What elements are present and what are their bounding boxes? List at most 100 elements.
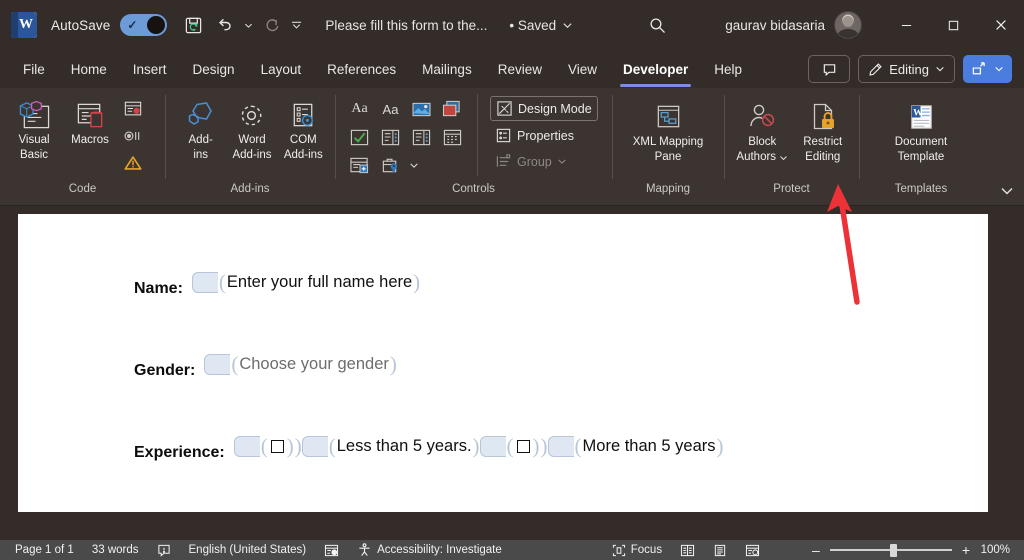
content-control-open-bracket: ( xyxy=(574,434,582,458)
zoom-slider-thumb[interactable] xyxy=(889,543,897,557)
experience-checkbox-1-control[interactable]: ( ) ) xyxy=(233,434,302,458)
comments-button[interactable] xyxy=(808,55,851,83)
minimize-icon xyxy=(901,24,912,26)
check-box-content-control-icon[interactable] xyxy=(345,124,374,150)
restrict-editing-button[interactable]: Restrict Editing xyxy=(793,96,854,168)
proofing-status[interactable] xyxy=(148,540,180,560)
add-ins-button[interactable]: Add- ins xyxy=(175,94,226,166)
print-layout-button[interactable] xyxy=(704,540,736,560)
visual-basic-label-2: Basic xyxy=(19,149,49,161)
rich-text-content-control-icon[interactable]: Aa xyxy=(345,96,374,122)
page-number-status[interactable]: Page 1 of 1 xyxy=(6,540,83,560)
share-icon xyxy=(972,62,985,75)
share-button[interactable] xyxy=(963,55,1012,83)
tab-references[interactable]: References xyxy=(314,57,409,82)
language-label: English (United States) xyxy=(188,544,307,556)
macro-security-icon[interactable] xyxy=(118,150,147,176)
undo-chevron-down-icon[interactable] xyxy=(241,21,255,30)
ribbon-collapse-button[interactable] xyxy=(994,179,1020,203)
zoom-level-label[interactable]: 100% xyxy=(980,544,1014,556)
minimize-button[interactable] xyxy=(883,0,930,50)
document-title[interactable]: Please fill this form to the... xyxy=(325,18,487,33)
word-window: W AutoSave ✓ Please fill this form to th… xyxy=(0,0,1024,560)
tab-design[interactable]: Design xyxy=(180,57,248,82)
save-status[interactable]: • Saved xyxy=(509,18,573,33)
document-template-button[interactable]: W Document Template xyxy=(869,96,973,168)
maximize-button[interactable] xyxy=(930,0,977,50)
macros-button[interactable]: Macros xyxy=(62,94,118,151)
close-button[interactable] xyxy=(977,0,1024,50)
drop-down-list-content-control-icon[interactable] xyxy=(407,124,436,150)
tab-developer[interactable]: Developer xyxy=(610,57,701,87)
save-icon[interactable] xyxy=(179,11,207,39)
picture-content-control-icon[interactable] xyxy=(407,96,436,122)
tab-review[interactable]: Review xyxy=(485,57,555,82)
design-mode-label: Design Mode xyxy=(518,101,592,116)
experience-checkbox-2-control[interactable]: ( ) ) xyxy=(479,434,548,458)
language-status[interactable]: English (United States) xyxy=(180,540,316,560)
tab-home[interactable]: Home xyxy=(58,57,120,82)
content-control-close-bracket: ) xyxy=(389,352,397,376)
word-logo-icon: W xyxy=(11,12,37,38)
design-mode-button[interactable]: Design Mode xyxy=(490,96,598,121)
ribbon: Visual Basic Macros Code Add- ins Word A… xyxy=(0,88,1024,206)
word-add-ins-button[interactable]: Word Add-ins xyxy=(226,94,277,166)
zoom-in-button[interactable]: + xyxy=(960,543,972,557)
tab-insert[interactable]: Insert xyxy=(120,57,180,82)
undo-icon[interactable] xyxy=(210,11,238,39)
visual-basic-button[interactable]: Visual Basic xyxy=(6,94,62,166)
gender-content-control[interactable]: ( Choose your gender ) xyxy=(204,354,397,375)
legacy-tools-icon[interactable] xyxy=(376,152,405,178)
account-button[interactable]: gaurav bidasaria xyxy=(725,11,863,39)
document-page[interactable]: Name: ( Enter your full name here ) Gend… xyxy=(18,214,988,512)
date-picker-content-control-icon[interactable] xyxy=(438,124,467,150)
web-layout-button[interactable] xyxy=(736,540,769,560)
tab-view[interactable]: View xyxy=(555,57,610,82)
autosave-toggle[interactable]: ✓ xyxy=(120,14,168,36)
document-template-label-2: Template xyxy=(897,151,945,163)
group-button: Group xyxy=(490,150,598,173)
search-icon[interactable] xyxy=(641,10,673,40)
accessibility-label: Accessibility: Investigate xyxy=(377,544,502,556)
dictate-status[interactable] xyxy=(315,540,348,560)
plain-text-content-control-icon[interactable]: Aa xyxy=(376,96,405,122)
checkbox-2[interactable] xyxy=(516,440,530,453)
ribbon-group-code: Visual Basic Macros Code xyxy=(0,88,165,205)
legacy-tools-chevron-down-icon[interactable] xyxy=(407,152,421,178)
repeating-section-content-control-icon[interactable] xyxy=(345,152,374,178)
name-content-control[interactable]: ( Enter your full name here ) xyxy=(191,272,420,293)
dictate-icon xyxy=(325,544,339,556)
content-control-tag xyxy=(191,272,218,293)
block-authors-button[interactable]: Block Authors xyxy=(732,96,793,168)
word-count-status[interactable]: 33 words xyxy=(83,540,148,560)
avatar xyxy=(834,11,863,39)
content-control-tag xyxy=(479,436,506,457)
focus-mode-button[interactable]: Focus xyxy=(603,540,671,560)
tab-layout[interactable]: Layout xyxy=(248,57,315,82)
xml-mapping-pane-button[interactable]: XML Mapping Pane xyxy=(620,96,716,168)
pause-recording-icon[interactable] xyxy=(118,123,147,149)
ribbon-group-addins: Add- ins Word Add-ins COM Add-ins Add-in… xyxy=(165,88,335,205)
record-macro-icon[interactable] xyxy=(118,96,147,122)
content-control-close-bracket: ) xyxy=(532,434,540,458)
properties-button[interactable]: Properties xyxy=(490,124,598,147)
accessibility-status[interactable]: Accessibility: Investigate xyxy=(348,540,511,560)
word-add-ins-label-1: Word xyxy=(238,134,266,146)
tab-help[interactable]: Help xyxy=(701,57,755,82)
tab-mailings[interactable]: Mailings xyxy=(409,57,485,82)
combo-box-content-control-icon[interactable] xyxy=(376,124,405,150)
building-block-gallery-icon[interactable] xyxy=(438,96,467,122)
qat-more-chevron-icon[interactable] xyxy=(289,20,303,31)
experience-option-2-control[interactable]: ( More than 5 years ) xyxy=(547,434,724,458)
experience-option-1-control[interactable]: ( Less than 5 years. ) xyxy=(301,436,480,457)
read-mode-button[interactable] xyxy=(671,540,704,560)
zoom-out-button[interactable]: – xyxy=(810,543,822,557)
print-layout-icon xyxy=(714,544,726,556)
tab-file[interactable]: File xyxy=(10,57,58,82)
content-control-open-bracket: ( xyxy=(260,434,268,458)
ribbon-group-label-protect: Protect xyxy=(773,183,810,195)
editing-mode-button[interactable]: Editing xyxy=(858,55,955,83)
zoom-slider[interactable] xyxy=(829,540,952,560)
com-add-ins-button[interactable]: COM Add-ins xyxy=(278,94,329,166)
checkbox-1[interactable] xyxy=(270,440,284,453)
